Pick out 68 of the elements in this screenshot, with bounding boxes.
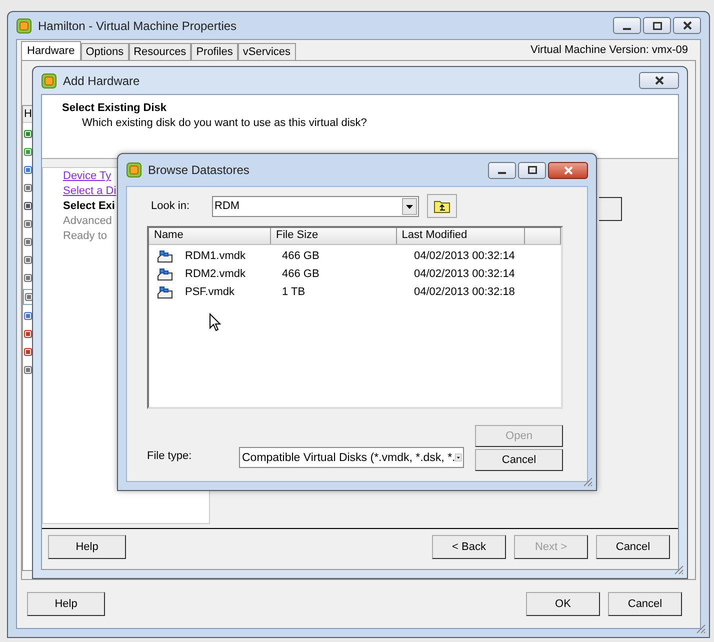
button[interactable]: Help: [48, 535, 126, 559]
resize-grip-icon: [581, 475, 593, 487]
table-cell: PSF.vmdk: [185, 286, 235, 298]
close-icon: [654, 76, 664, 85]
minimize-icon: [498, 172, 506, 174]
field-label: File type:: [147, 450, 193, 464]
close-button[interactable]: [548, 162, 588, 178]
close-button[interactable]: [673, 17, 701, 34]
button[interactable]: OK: [526, 592, 600, 616]
step-label: Select Exi: [63, 200, 115, 212]
button[interactable]: Cancel: [608, 592, 682, 616]
table-cell: RDM2.vmdk: [185, 268, 246, 280]
step-label: Advanced: [63, 215, 112, 227]
table-cell-text: 1 TB: [281, 286, 306, 298]
resize-grip-icon: [694, 622, 706, 634]
column-header: H: [23, 106, 33, 123]
window-title: Hamilton - Virtual Machine Properties: [38, 18, 238, 32]
file-type-dropdown[interactable]: Compatible Virtual Disks (*.vmdk, *.dsk, *.: [239, 447, 464, 468]
app-logo-icon: [126, 162, 142, 178]
look-in-dropdown[interactable]: RDM: [212, 196, 419, 216]
tab[interactable]: Resources: [128, 43, 192, 60]
table-cell-text: 04/02/2013 00:32:18: [413, 286, 516, 298]
column-header[interactable]: Last Modified: [396, 228, 526, 244]
table-cell-text: 04/02/2013 00:32:14: [413, 250, 516, 262]
column-header[interactable]: Name: [149, 228, 271, 244]
field-label: Look in:: [151, 200, 190, 212]
folder-up-icon: [434, 199, 450, 213]
maximize-icon: [652, 22, 662, 30]
disk-icon: [157, 250, 173, 262]
tab[interactable]: vServices: [238, 43, 296, 60]
caret-icon: [402, 198, 417, 214]
resize-grip-icon: [672, 563, 684, 575]
page-heading: Select Existing Disk: [62, 102, 168, 114]
step-link[interactable]: Device Ty: [63, 170, 112, 182]
table-cell: RDM1.vmdk: [185, 250, 246, 262]
app-logo-icon: [41, 72, 57, 88]
tab[interactable]: Hardware: [21, 41, 81, 60]
window-title: Browse Datastores: [148, 163, 250, 177]
button[interactable]: Cancel: [475, 449, 563, 471]
maximize-button[interactable]: [518, 162, 546, 178]
disk-icon: [157, 268, 173, 280]
disk-icon: [157, 286, 173, 298]
table-cell-text: 466 GB: [281, 268, 320, 280]
table-cell-text: 466 GB: [281, 250, 320, 262]
up-folder-button[interactable]: [426, 194, 457, 218]
window-title: Add Hardware: [63, 74, 141, 88]
step-label: Ready to: [63, 230, 108, 242]
tab[interactable]: Options: [80, 43, 129, 60]
minimize-button[interactable]: [488, 162, 516, 178]
button[interactable]: [599, 197, 622, 221]
column-header[interactable]: File Size: [270, 228, 397, 244]
maximize-icon: [528, 166, 536, 174]
button[interactable]: < Back: [432, 535, 506, 559]
version-label: Virtual Machine Version: vmx-09: [530, 44, 689, 58]
minimize-icon: [623, 28, 631, 30]
close-icon: [564, 166, 572, 174]
close-button[interactable]: [639, 72, 679, 89]
maximize-button[interactable]: [643, 17, 671, 34]
table-cell-text: 04/02/2013 00:32:14: [413, 268, 516, 280]
cursor-icon: [209, 313, 222, 333]
button[interactable]: Help: [27, 592, 105, 616]
close-icon: [682, 21, 692, 30]
app-logo-icon: [16, 18, 32, 34]
page-subheading: Which existing disk do you want to use as this virtual disk?: [81, 116, 368, 129]
button[interactable]: Cancel: [596, 535, 670, 559]
tab[interactable]: Profiles: [191, 43, 238, 60]
step-link[interactable]: Select a Di: [63, 185, 116, 197]
minimize-button[interactable]: [613, 17, 641, 34]
